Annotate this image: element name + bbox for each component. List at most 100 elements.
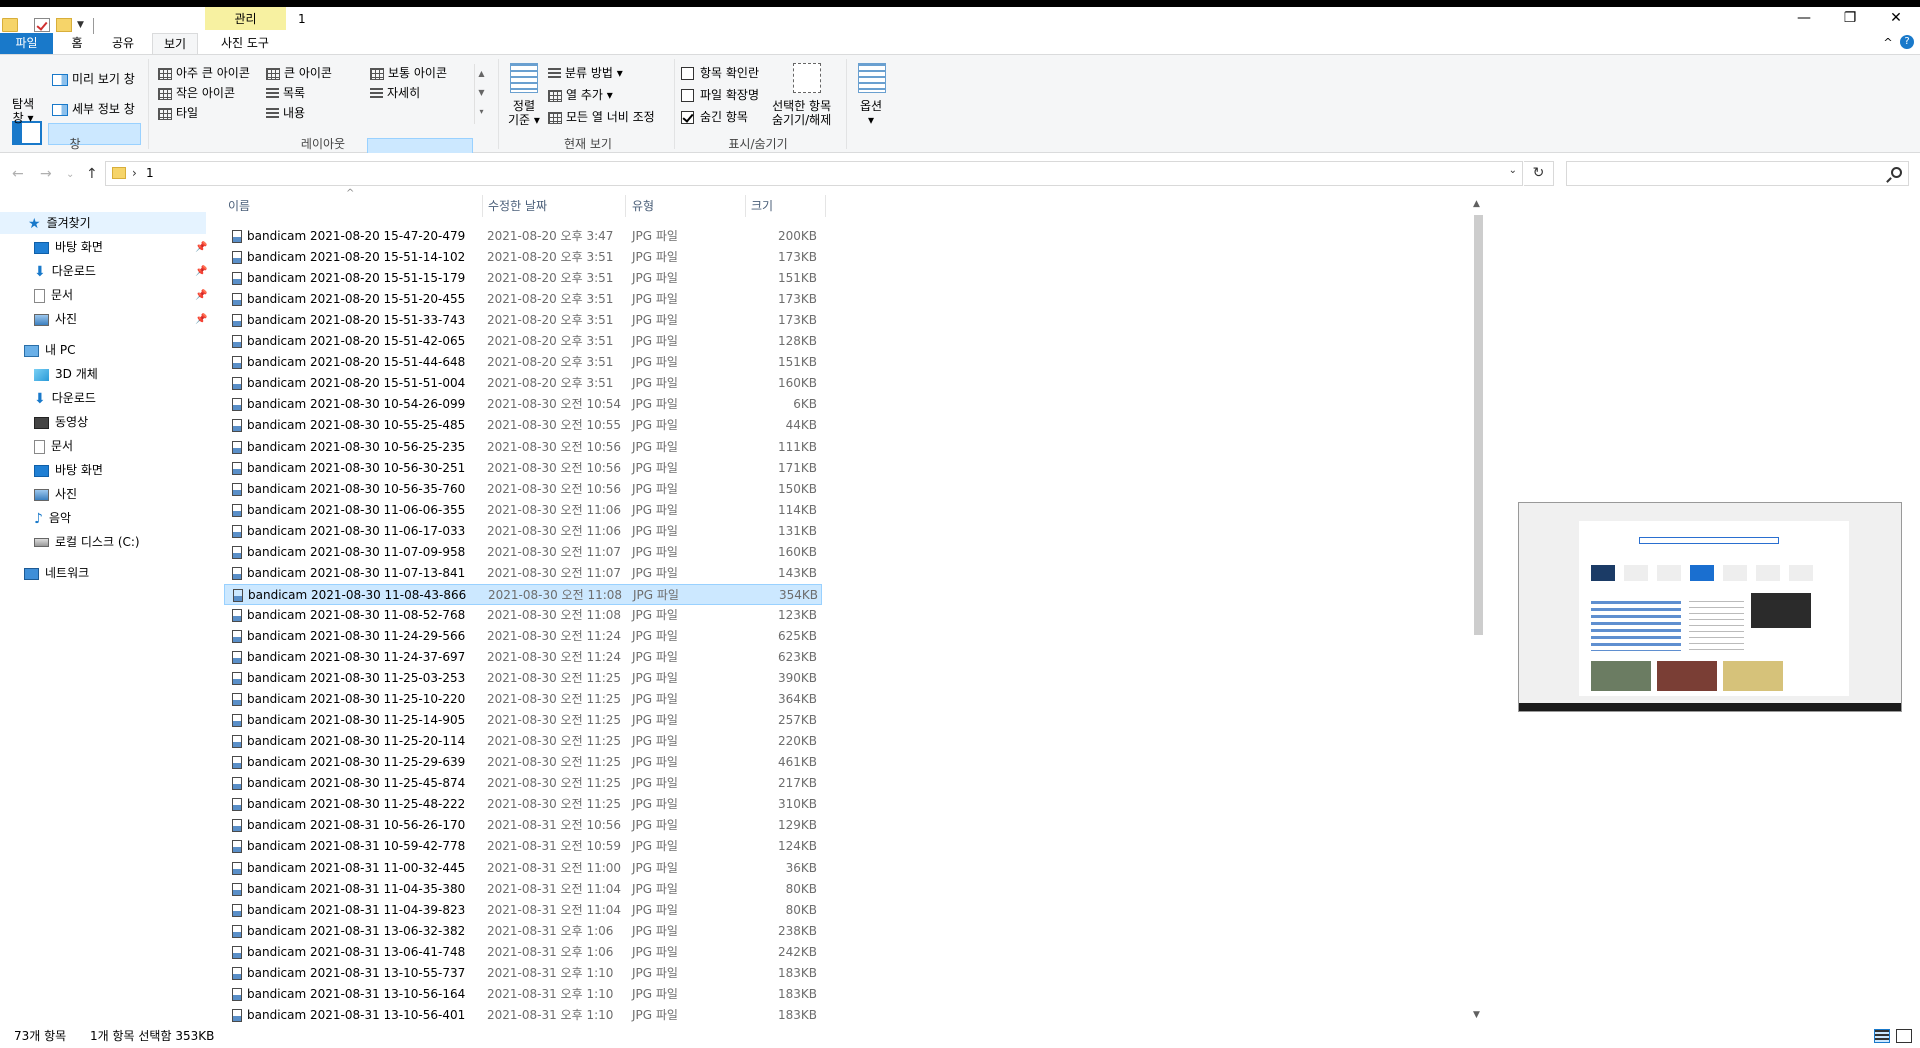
table-row[interactable]: bandicam 2021-08-30 11-25-48-222 2021-08-… — [224, 794, 822, 815]
table-row[interactable]: bandicam 2021-08-30 11-07-13-841 2021-08-… — [224, 563, 822, 584]
back-button[interactable]: ← — [12, 166, 24, 182]
column-divider[interactable] — [825, 195, 826, 217]
table-row[interactable]: bandicam 2021-08-31 11-00-32-445 2021-08-… — [224, 858, 822, 879]
preview-pane-button[interactable]: 미리 보기 창 — [52, 70, 135, 89]
layout-extra-large-icons[interactable]: 아주 큰 아이콘 — [158, 64, 250, 83]
table-row[interactable]: bandicam 2021-08-31 13-06-32-382 2021-08-… — [224, 921, 822, 942]
tab-home[interactable]: 홈 — [62, 33, 92, 54]
pin-icon[interactable]: 📌 — [195, 314, 207, 325]
tab-view[interactable]: 보기 — [152, 33, 198, 54]
nav-videos[interactable]: 동영상 — [34, 411, 88, 433]
table-row[interactable]: bandicam 2021-08-30 10-54-26-099 2021-08-… — [224, 394, 822, 415]
nav-local-disk[interactable]: 로컬 디스크 (C:) — [34, 531, 140, 553]
column-header-type[interactable]: 유형 — [632, 195, 654, 217]
nav-downloads[interactable]: ⬇ 다운로드 — [34, 387, 96, 409]
tab-share[interactable]: 공유 — [103, 33, 143, 54]
column-header-name[interactable]: 이름 — [228, 195, 250, 217]
table-row[interactable]: bandicam 2021-08-30 10-56-35-760 2021-08-… — [224, 479, 822, 500]
fit-columns-button[interactable]: 모든 열 너비 조정 — [548, 108, 655, 127]
column-header-date[interactable]: 수정한 날짜 — [488, 195, 547, 217]
table-row[interactable]: bandicam 2021-08-30 11-25-14-905 2021-08-… — [224, 710, 822, 731]
table-row[interactable]: bandicam 2021-08-30 10-56-30-251 2021-08-… — [224, 458, 822, 479]
table-row[interactable]: bandicam 2021-08-20 15-51-42-065 2021-08-… — [224, 331, 822, 352]
forward-button[interactable]: → — [40, 166, 52, 182]
column-divider[interactable] — [625, 195, 626, 217]
table-row[interactable]: bandicam 2021-08-30 11-06-17-033 2021-08-… — [224, 521, 822, 542]
column-divider[interactable] — [745, 195, 746, 217]
add-columns-button[interactable]: 열 추가 ▾ — [548, 86, 613, 105]
search-input[interactable] — [1566, 161, 1909, 186]
nav-documents[interactable]: 문서 — [34, 435, 73, 457]
pin-icon[interactable]: 📌 — [195, 290, 207, 301]
nav-network[interactable]: 네트워크 — [24, 562, 89, 584]
table-row[interactable]: bandicam 2021-08-31 10-56-26-170 2021-08-… — [224, 815, 822, 836]
table-row[interactable]: bandicam 2021-08-20 15-51-33-743 2021-08-… — [224, 310, 822, 331]
nav-pictures[interactable]: 사진 — [34, 483, 77, 505]
group-by-button[interactable]: 분류 방법 ▾ — [548, 64, 623, 83]
table-row[interactable]: bandicam 2021-08-30 11-06-06-355 2021-08-… — [224, 500, 822, 521]
layout-large-icons[interactable]: 큰 아이콘 — [266, 64, 332, 83]
nav-3d-objects[interactable]: 3D 개체 — [34, 363, 98, 385]
sort-icon[interactable] — [510, 63, 538, 93]
table-row[interactable]: bandicam 2021-08-30 11-24-37-697 2021-08-… — [224, 647, 822, 668]
large-icons-view-icon[interactable] — [1896, 1029, 1912, 1043]
chevron-down-icon[interactable]: ⌄ — [1509, 165, 1517, 176]
scroll-up-icon[interactable]: ▲ — [1473, 199, 1480, 209]
nav-music[interactable]: ♪ 음악 — [34, 507, 71, 529]
up-button[interactable]: ↑ — [86, 166, 98, 182]
table-row[interactable]: bandicam 2021-08-31 11-04-39-823 2021-08-… — [224, 900, 822, 921]
breadcrumb-chevron-icon[interactable]: › — [132, 166, 137, 180]
minimize-button[interactable]: — — [1794, 10, 1814, 26]
table-row[interactable]: bandicam 2021-08-30 11-08-52-768 2021-08-… — [224, 605, 822, 626]
layout-medium-icons[interactable]: 보통 아이콘 — [370, 64, 447, 83]
scrollbar-thumb[interactable] — [1474, 215, 1483, 635]
table-row[interactable]: bandicam 2021-08-20 15-51-44-648 2021-08-… — [224, 352, 822, 373]
tab-picture-tools[interactable]: 사진 도구 — [208, 33, 282, 54]
table-row[interactable]: bandicam 2021-08-31 13-06-41-748 2021-08-… — [224, 942, 822, 963]
layout-gallery-scroller[interactable]: ▲ ▼ ▾ — [474, 64, 488, 124]
item-checkboxes-toggle[interactable]: 항목 확인란 — [681, 64, 759, 83]
table-row[interactable]: bandicam 2021-08-30 11-25-45-874 2021-08-… — [224, 773, 822, 794]
details-pane-button[interactable]: 세부 정보 창 — [52, 100, 135, 119]
table-row[interactable]: bandicam 2021-08-30 11-07-09-958 2021-08-… — [224, 542, 822, 563]
table-row[interactable]: bandicam 2021-08-31 13-10-56-401 2021-08-… — [224, 1005, 822, 1026]
table-row[interactable]: bandicam 2021-08-30 11-25-10-220 2021-08-… — [224, 689, 822, 710]
close-button[interactable]: ✕ — [1886, 10, 1906, 26]
file-extensions-toggle[interactable]: 파일 확장명 — [681, 86, 759, 105]
address-field[interactable]: › 1 ⌄ — [105, 161, 1523, 186]
nav-quick-desktop[interactable]: 바탕 화면 — [34, 236, 103, 258]
table-row[interactable]: bandicam 2021-08-30 11-25-03-253 2021-08-… — [224, 668, 822, 689]
layout-details[interactable]: 자세히 — [370, 84, 420, 103]
pin-icon[interactable]: 📌 — [195, 242, 207, 253]
table-row[interactable]: bandicam 2021-08-30 11-25-20-114 2021-08-… — [224, 731, 822, 752]
details-view-icon[interactable] — [1874, 1029, 1890, 1043]
pin-icon[interactable]: 📌 — [195, 266, 207, 277]
breadcrumb[interactable]: 1 — [146, 166, 154, 180]
options-icon[interactable] — [858, 63, 886, 93]
nav-quick-pictures[interactable]: 사진 — [34, 308, 77, 330]
file-list-scrollbar[interactable]: ▲ ▼ — [1470, 195, 1487, 1025]
table-row[interactable]: bandicam 2021-08-30 10-56-25-235 2021-08-… — [224, 437, 822, 458]
scroll-down-icon[interactable]: ▼ — [1473, 1010, 1480, 1020]
tab-file[interactable]: 파일 — [0, 33, 53, 55]
table-row[interactable]: bandicam 2021-08-30 11-24-29-566 2021-08-… — [224, 626, 822, 647]
recent-locations-button[interactable]: ⌄ — [66, 169, 74, 180]
table-row[interactable]: bandicam 2021-08-31 11-04-35-380 2021-08-… — [224, 879, 822, 900]
sort-by-button[interactable]: 정렬 기준 ▾ — [508, 99, 540, 129]
column-divider[interactable] — [482, 195, 483, 217]
table-row[interactable]: bandicam 2021-08-20 15-47-20-479 2021-08-… — [224, 226, 822, 247]
table-row[interactable]: bandicam 2021-08-20 15-51-51-004 2021-08-… — [224, 373, 822, 394]
column-header-size[interactable]: 크기 — [751, 195, 773, 217]
hidden-items-toggle[interactable]: 숨긴 항목 — [681, 108, 748, 127]
table-row[interactable]: bandicam 2021-08-31 13-10-55-737 2021-08-… — [224, 963, 822, 984]
options-button[interactable]: 옵션 ▾ — [860, 99, 882, 129]
nav-quick-access[interactable]: ★ 즐겨찾기 — [0, 212, 206, 234]
table-row[interactable]: bandicam 2021-08-31 13-10-56-164 2021-08-… — [224, 984, 822, 1005]
nav-quick-downloads[interactable]: ⬇ 다운로드 — [34, 260, 96, 282]
layout-tiles[interactable]: 타일 — [158, 104, 198, 123]
layout-list[interactable]: 목록 — [266, 84, 305, 103]
search-icon[interactable] — [1891, 167, 1902, 178]
navigation-pane-button[interactable]: 탐색 창 ▾ — [12, 97, 34, 127]
hide-selected-icon[interactable] — [793, 63, 821, 93]
nav-this-pc[interactable]: 내 PC — [24, 339, 75, 361]
